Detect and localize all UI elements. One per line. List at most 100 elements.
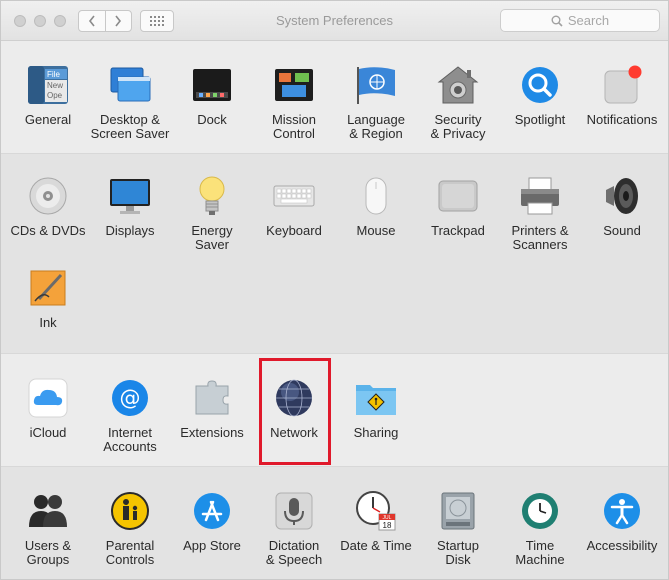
- pref-label-displays: Displays: [105, 223, 155, 238]
- pref-label-accessibility: Accessibility: [586, 538, 658, 553]
- pref-label-mission-control: Mission Control: [271, 112, 317, 141]
- mission-control-icon: [272, 63, 316, 107]
- general-icon-file-text: File: [47, 70, 60, 79]
- trackpad-icon: [436, 174, 480, 218]
- pref-mission-control[interactable]: Mission Control: [253, 63, 335, 141]
- search-icon: [551, 15, 563, 27]
- pref-spotlight[interactable]: Spotlight: [499, 63, 581, 127]
- pref-label-cds-dvds: CDs & DVDs: [10, 223, 86, 238]
- microphone-icon: [272, 489, 316, 533]
- title-bar: System Preferences Search: [1, 1, 668, 41]
- pref-label-spotlight: Spotlight: [514, 112, 566, 127]
- language-region-flag-icon: [354, 63, 398, 107]
- pref-label-users-groups: Users & Groups: [24, 538, 72, 567]
- pref-label-time-machine: Time Machine: [515, 538, 565, 567]
- printer-icon: [518, 174, 562, 218]
- icloud-icon: [26, 376, 70, 420]
- users-groups-icon: [26, 489, 70, 533]
- pref-displays[interactable]: Displays: [89, 174, 171, 238]
- pref-label-dock: Dock: [197, 112, 227, 127]
- pref-label-dictation-speech: Dictation & Speech: [265, 538, 323, 567]
- pref-internet-accounts[interactable]: @ Internet Accounts: [89, 376, 171, 454]
- pref-label-ink: Ink: [39, 315, 57, 330]
- notifications-icon: [600, 63, 644, 107]
- pref-label-icloud: iCloud: [29, 425, 67, 440]
- pref-label-language-region: Language & Region: [347, 112, 405, 141]
- pref-app-store[interactable]: App Store: [171, 489, 253, 553]
- pref-keyboard[interactable]: Keyboard: [253, 174, 335, 238]
- pref-label-startup-disk: Startup Disk: [437, 538, 479, 567]
- pref-label-energy-saver: Energy Saver: [191, 223, 233, 252]
- app-store-icon: [190, 489, 234, 533]
- light-bulb-icon: [190, 174, 234, 218]
- pref-energy-saver[interactable]: Energy Saver: [171, 174, 253, 252]
- pref-label-desktop-screen-saver: Desktop & Screen Saver: [90, 112, 170, 141]
- mouse-icon: [354, 174, 398, 218]
- pref-label-parental-controls: Parental Controls: [105, 538, 155, 567]
- pref-label-sound: Sound: [603, 223, 641, 238]
- pref-extensions[interactable]: Extensions: [171, 376, 253, 440]
- general-icon-open-text: Ope: [47, 91, 63, 100]
- pref-dock[interactable]: Dock: [171, 63, 253, 127]
- pref-label-security-privacy: Security & Privacy: [430, 112, 486, 141]
- pref-ink[interactable]: Ink: [7, 266, 89, 330]
- pref-desktop-screen-saver[interactable]: Desktop & Screen Saver: [89, 63, 171, 141]
- keyboard-icon: [272, 174, 316, 218]
- pref-label-notifications: Notifications: [586, 112, 658, 127]
- pref-label-general: General: [24, 112, 72, 127]
- pref-label-sharing: Sharing: [353, 425, 399, 440]
- pref-label-printers-scanners: Printers & Scanners: [511, 223, 569, 252]
- speaker-icon: [600, 174, 644, 218]
- pref-sharing[interactable]: Sharing: [335, 376, 417, 440]
- spotlight-magnifier-icon: [518, 63, 562, 107]
- house-lock-icon: [436, 63, 480, 107]
- pref-date-time[interactable]: JUL 18 Date & Time: [335, 489, 417, 553]
- pref-sound[interactable]: Sound: [581, 174, 663, 238]
- pref-label-app-store: App Store: [183, 538, 241, 553]
- pref-users-groups[interactable]: Users & Groups: [7, 489, 89, 567]
- pref-security-privacy[interactable]: Security & Privacy: [417, 63, 499, 141]
- pref-parental-controls[interactable]: Parental Controls: [89, 489, 171, 567]
- pref-time-machine[interactable]: Time Machine: [499, 489, 581, 567]
- pref-icloud[interactable]: iCloud: [7, 376, 89, 440]
- pref-label-mouse: Mouse: [356, 223, 396, 238]
- pref-general[interactable]: File New Ope General: [7, 63, 89, 127]
- parental-controls-icon: [108, 489, 152, 533]
- dock-icon: [190, 63, 234, 107]
- pref-language-region[interactable]: Language & Region: [335, 63, 417, 141]
- hardware-section: CDs & DVDs Displays Energy Saver Keyboar…: [1, 154, 668, 354]
- hard-disk-icon: [436, 489, 480, 533]
- at-sign-icon: @: [108, 376, 152, 420]
- pref-printers-scanners[interactable]: Printers & Scanners: [499, 174, 581, 252]
- general-icon-new-text: New: [47, 81, 63, 90]
- ink-pen-icon: [26, 266, 70, 310]
- network-highlight-box: [259, 358, 331, 465]
- pref-trackpad[interactable]: Trackpad: [417, 174, 499, 238]
- puzzle-piece-icon: [190, 376, 234, 420]
- pref-notifications[interactable]: Notifications: [581, 63, 663, 127]
- search-placeholder: Search: [567, 13, 610, 28]
- pref-label-keyboard: Keyboard: [266, 223, 322, 238]
- pref-label-internet-accounts: Internet Accounts: [103, 425, 157, 454]
- pref-accessibility[interactable]: Accessibility: [581, 489, 663, 553]
- desktop-screen-saver-icon: [108, 63, 152, 107]
- system-preferences-window: System Preferences Search File New Ope G…: [0, 0, 669, 580]
- system-section: Users & Groups Parental Controls App Sto…: [1, 467, 668, 579]
- svg-text:@: @: [120, 386, 141, 410]
- cd-dvd-icon: [26, 174, 70, 218]
- personal-section: File New Ope General Desktop & Screen Sa…: [1, 41, 668, 154]
- pref-cds-dvds[interactable]: CDs & DVDs: [7, 174, 89, 238]
- pref-label-trackpad: Trackpad: [431, 223, 485, 238]
- accessibility-icon: [600, 489, 644, 533]
- pref-dictation-speech[interactable]: Dictation & Speech: [253, 489, 335, 567]
- clock-calendar-icon: JUL 18: [354, 489, 398, 533]
- display-monitor-icon: [108, 174, 152, 218]
- calendar-day: 18: [383, 521, 392, 530]
- general-icon: File New Ope: [26, 63, 70, 107]
- internet-section: iCloud @ Internet Accounts Extensions Ne…: [1, 354, 668, 467]
- pref-mouse[interactable]: Mouse: [335, 174, 417, 238]
- pref-label-date-time: Date & Time: [340, 538, 412, 553]
- pref-startup-disk[interactable]: Startup Disk: [417, 489, 499, 567]
- pref-label-extensions: Extensions: [180, 425, 244, 440]
- search-field[interactable]: Search: [500, 9, 660, 32]
